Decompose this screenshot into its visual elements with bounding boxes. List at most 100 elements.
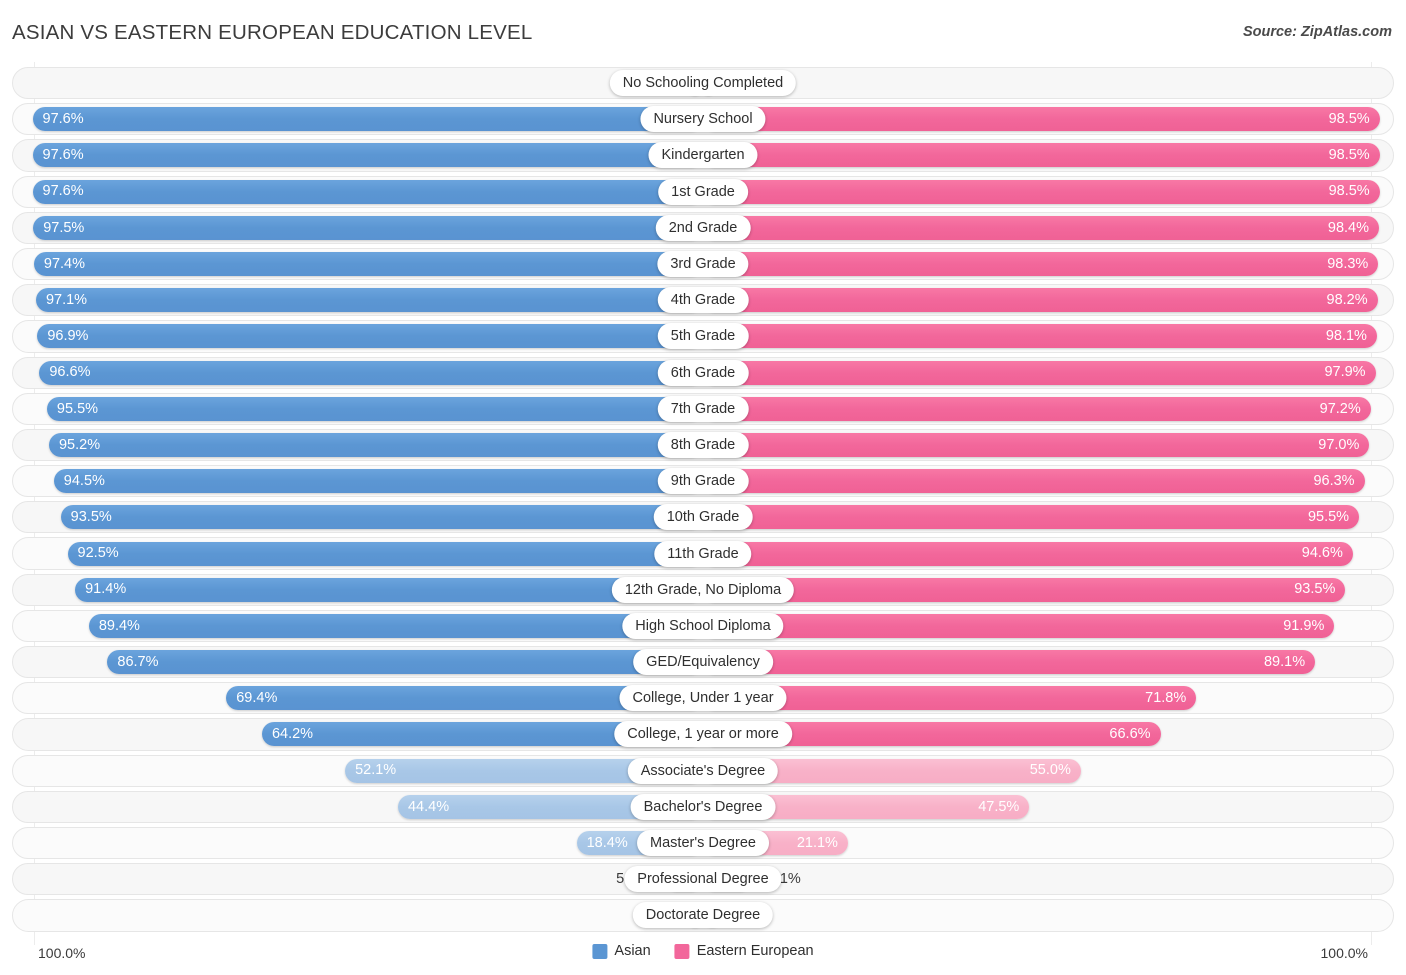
asian-bar[interactable]: 97.6% (32, 143, 703, 168)
category-label[interactable]: 9th Grade (657, 468, 749, 495)
asian-value-label: 69.4% (236, 690, 278, 707)
asian-value-label: 52.1% (355, 762, 397, 779)
bar-wrap: 94.5% (16, 469, 703, 494)
bar-wrap: 2.4% (16, 903, 703, 928)
eastern-european-value-label: 55.0% (1029, 762, 1071, 779)
eastern-european-bar[interactable]: 98.4% (703, 215, 1379, 240)
category-label[interactable]: No Schooling Completed (609, 70, 797, 97)
eastern-european-bar[interactable]: 94.6% (703, 541, 1353, 566)
asian-bar[interactable]: 97.1% (35, 288, 703, 313)
bar-wrap: 44.4% (16, 794, 703, 819)
eastern-european-half: 71.8% (703, 686, 1390, 711)
category-label[interactable]: 10th Grade (653, 504, 753, 531)
category-label[interactable]: High School Diploma (622, 612, 784, 639)
category-label[interactable]: 6th Grade (657, 359, 749, 386)
axis-label-right: 100.0% (1320, 945, 1368, 961)
asian-bar[interactable]: 92.5% (67, 541, 703, 566)
eastern-european-half: 93.5% (703, 577, 1390, 602)
category-label[interactable]: Master's Degree (637, 830, 769, 857)
asian-half: 2.4% (16, 71, 703, 96)
category-label[interactable]: Bachelor's Degree (630, 793, 776, 820)
eastern-european-bar[interactable]: 96.3% (703, 469, 1365, 494)
asian-bar[interactable]: 96.6% (39, 360, 703, 385)
category-label[interactable]: 11th Grade (654, 540, 752, 567)
eastern-european-value-label: 97.0% (1318, 436, 1360, 453)
eastern-european-half: 89.1% (703, 650, 1390, 675)
asian-half: 91.4% (16, 577, 703, 602)
asian-half: 2.4% (16, 903, 703, 928)
category-label[interactable]: Professional Degree (624, 866, 782, 893)
legend-swatch-icon (592, 943, 608, 959)
bar-wrap: 97.6% (16, 179, 703, 204)
bar-wrap: 91.4% (16, 577, 703, 602)
category-label[interactable]: 3rd Grade (657, 251, 749, 278)
eastern-european-value-label: 95.5% (1307, 509, 1350, 526)
eastern-european-bar[interactable]: 98.2% (703, 288, 1378, 313)
asian-bar[interactable]: 89.4% (88, 613, 703, 638)
eastern-european-bar[interactable]: 97.2% (703, 396, 1371, 421)
eastern-european-value-label: 97.2% (1319, 400, 1361, 417)
bar-wrap: 66.6% (703, 722, 1390, 747)
asian-value-label: 92.5% (77, 545, 119, 562)
eastern-european-bar[interactable]: 97.0% (703, 432, 1370, 457)
asian-bar[interactable]: 97.5% (33, 215, 703, 240)
asian-bar[interactable]: 91.4% (75, 577, 703, 602)
asian-bar[interactable]: 97.4% (33, 252, 703, 277)
eastern-european-bar[interactable]: 98.5% (703, 107, 1380, 132)
asian-bar[interactable]: 94.5% (53, 469, 703, 494)
eastern-european-bar[interactable]: 98.5% (703, 143, 1380, 168)
chart-header: ASIAN VS EASTERN EUROPEAN EDUCATION LEVE… (0, 0, 1406, 60)
category-label[interactable]: 5th Grade (657, 323, 749, 350)
eastern-european-bar[interactable]: 98.5% (703, 179, 1380, 204)
asian-bar[interactable]: 97.6% (32, 107, 703, 132)
category-label[interactable]: 2nd Grade (655, 214, 751, 241)
eastern-european-bar[interactable]: 95.5% (703, 505, 1360, 530)
asian-bar[interactable]: 86.7% (107, 650, 703, 675)
eastern-european-bar[interactable]: 89.1% (703, 650, 1316, 675)
asian-bar[interactable]: 97.6% (32, 179, 703, 204)
eastern-european-bar[interactable]: 97.9% (703, 360, 1376, 385)
bar-wrap: 98.5% (703, 179, 1390, 204)
eastern-european-value-label: 98.1% (1325, 328, 1367, 345)
category-label[interactable]: 1st Grade (658, 178, 748, 205)
eastern-european-bar[interactable]: 98.3% (703, 252, 1379, 277)
category-label[interactable]: 12th Grade, No Diploma (611, 576, 795, 603)
asian-bar[interactable]: 95.5% (46, 396, 703, 421)
eastern-european-value-label: 94.6% (1301, 545, 1343, 562)
asian-half: 94.5% (16, 469, 703, 494)
education-level-chart: ASIAN VS EASTERN EUROPEAN EDUCATION LEVE… (0, 0, 1406, 975)
asian-bar[interactable]: 96.9% (37, 324, 703, 349)
eastern-european-bar[interactable]: 91.9% (703, 613, 1335, 638)
bar-wrap: 52.1% (16, 758, 703, 783)
category-label[interactable]: College, Under 1 year (619, 685, 787, 712)
category-label[interactable]: Kindergarten (648, 142, 758, 169)
legend-item[interactable]: Eastern European (674, 943, 814, 959)
bar-row: 96.6% 97.9% 6th Grade (0, 355, 1406, 391)
eastern-european-bar[interactable]: 98.1% (703, 324, 1377, 349)
legend-label: Eastern European (696, 943, 814, 959)
bar-wrap: 98.1% (703, 324, 1390, 349)
eastern-european-value-label: 71.8% (1145, 690, 1187, 707)
bar-row: 89.4% 91.9% High School Diploma (0, 608, 1406, 644)
category-label[interactable]: College, 1 year or more (614, 721, 792, 748)
eastern-european-half: 66.6% (703, 722, 1390, 747)
bar-wrap: 7.1% (703, 867, 1390, 892)
eastern-european-half: 97.9% (703, 360, 1390, 385)
eastern-european-bar[interactable]: 93.5% (703, 577, 1346, 602)
category-label[interactable]: GED/Equivalency (633, 649, 773, 676)
bar-wrap: 71.8% (703, 686, 1390, 711)
category-label[interactable]: 4th Grade (657, 287, 749, 314)
asian-bar[interactable]: 93.5% (60, 505, 703, 530)
eastern-european-value-label: 89.1% (1263, 653, 1306, 670)
bar-wrap: 69.4% (16, 686, 703, 711)
eastern-european-value-label: 66.6% (1109, 726, 1151, 743)
legend-item[interactable]: Asian (592, 943, 651, 959)
category-label[interactable]: Nursery School (640, 106, 766, 133)
asian-half: 97.6% (16, 107, 703, 132)
asian-bar[interactable]: 95.2% (48, 432, 703, 457)
category-label[interactable]: Associate's Degree (627, 757, 779, 784)
bar-wrap: 95.2% (16, 432, 703, 457)
category-label[interactable]: Doctorate Degree (632, 902, 774, 929)
category-label[interactable]: 8th Grade (657, 431, 749, 458)
category-label[interactable]: 7th Grade (657, 395, 749, 422)
